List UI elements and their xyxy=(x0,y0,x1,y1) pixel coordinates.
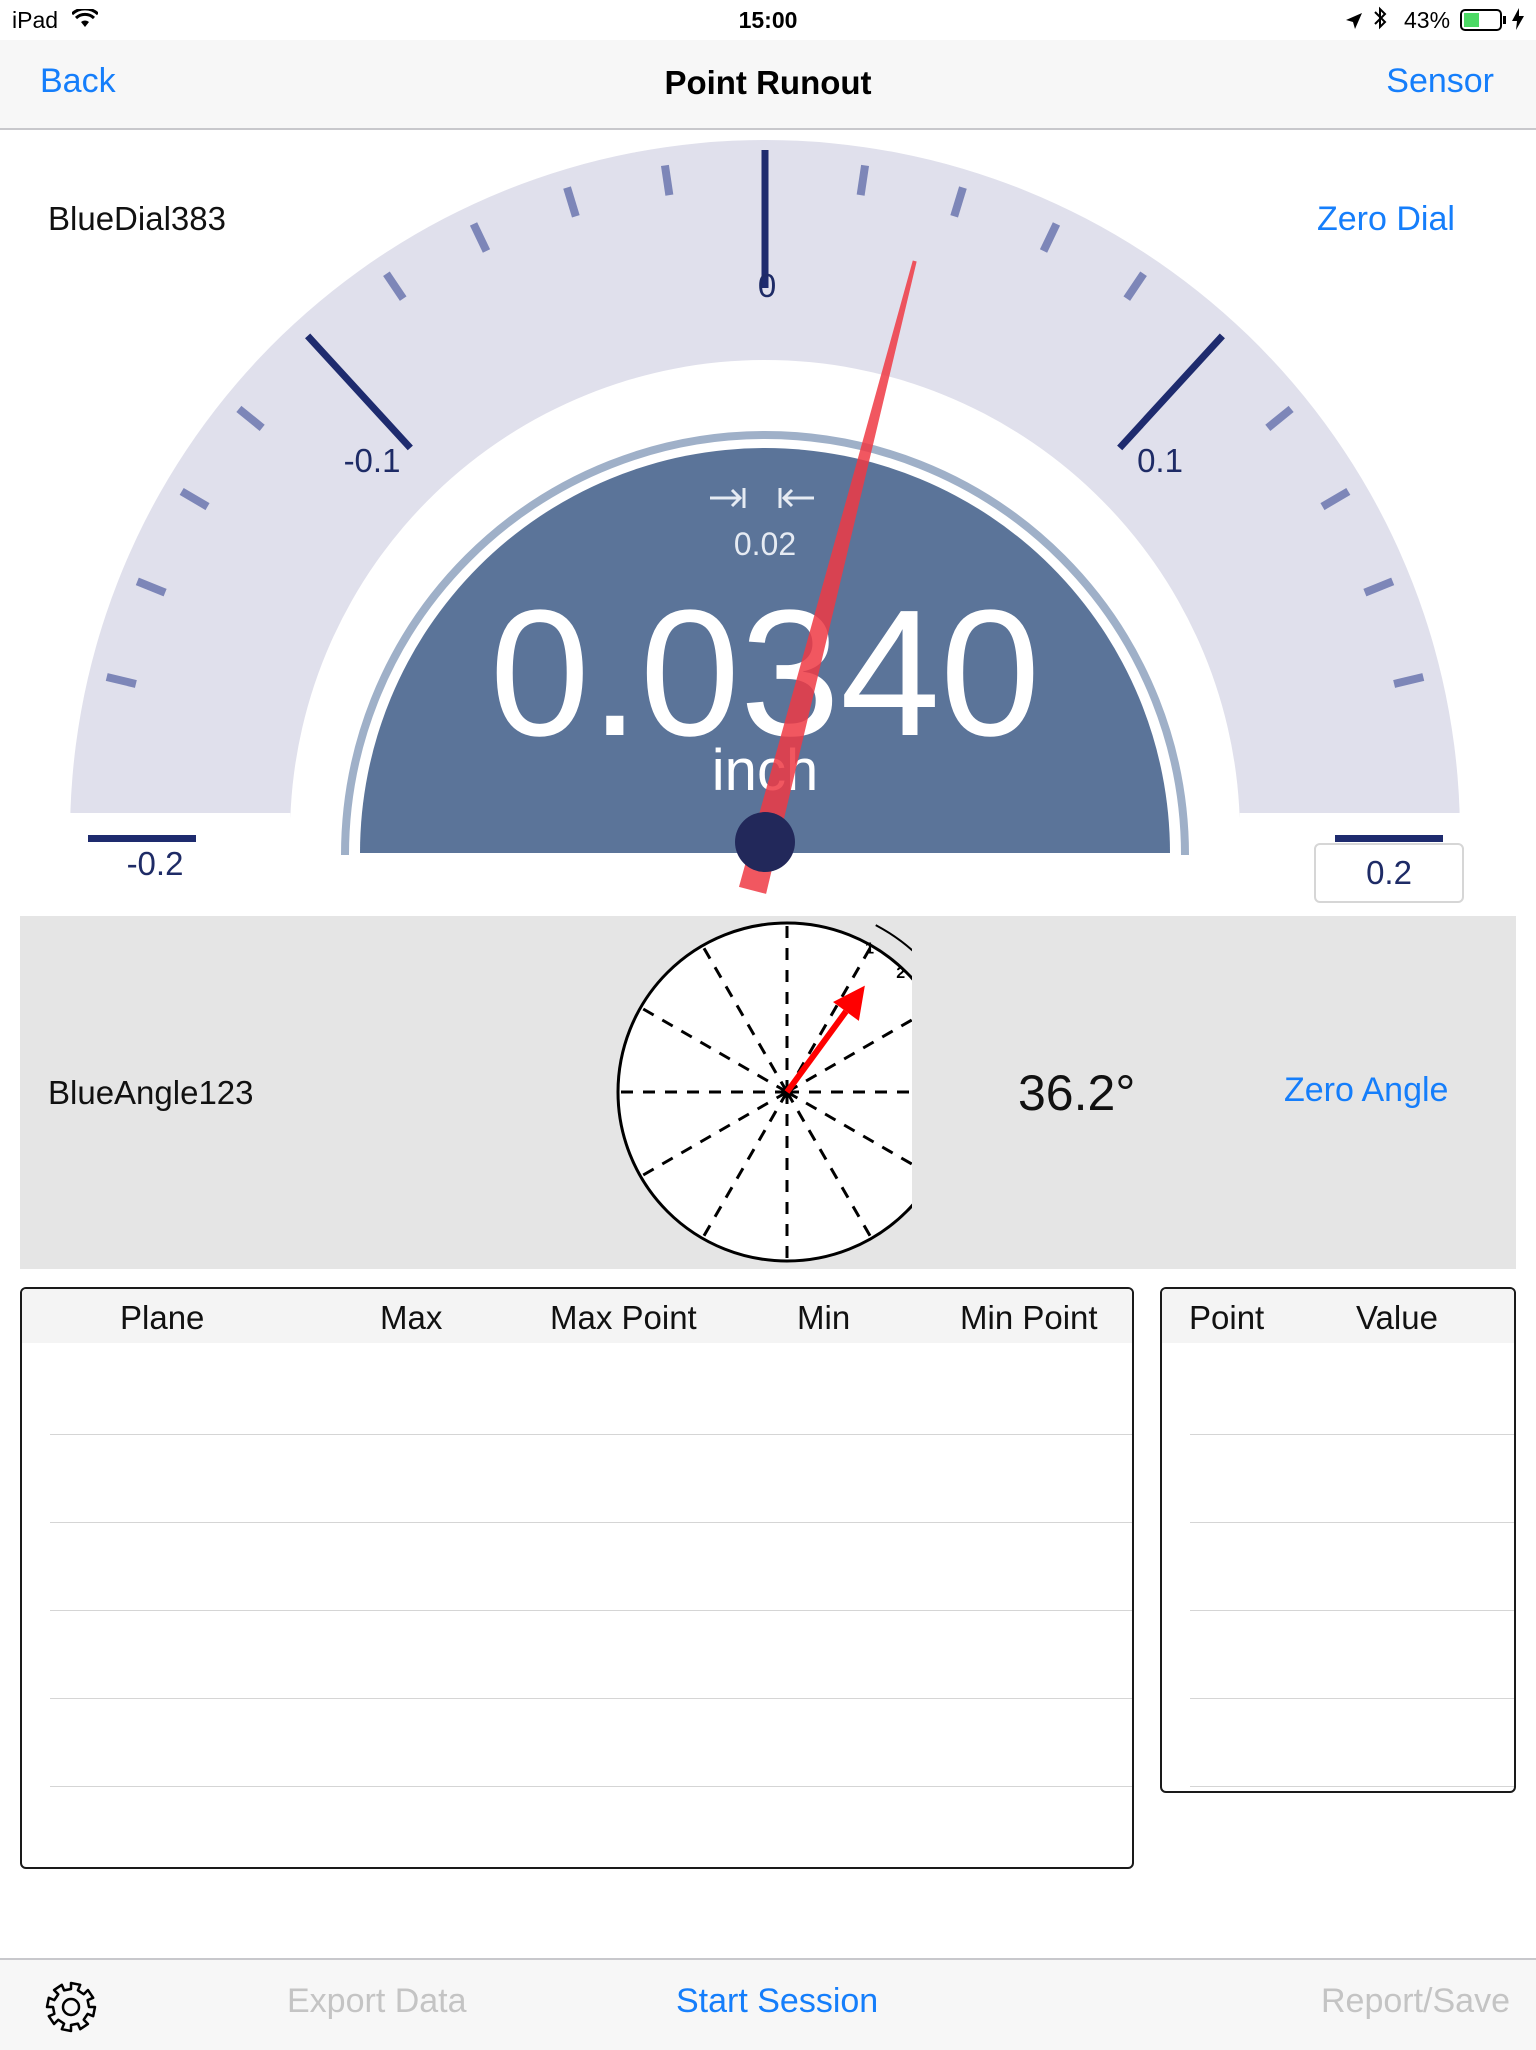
dial-section: -0.2 -0.1 0 0.1 0.02 0.0340 inch BlueDial383 … xyxy=(0,130,1536,915)
table-row-separator xyxy=(50,1522,1132,1523)
bluetooth-icon xyxy=(1372,6,1388,36)
col-max-point: Max Point xyxy=(550,1299,697,1336)
col-min: Min xyxy=(797,1299,851,1336)
gear-outline xyxy=(45,1981,97,2033)
table-row-separator xyxy=(1190,1786,1514,1787)
compass-marker-2: 2 xyxy=(896,965,905,982)
table-row-separator xyxy=(50,1434,1132,1435)
page-title: Point Runout xyxy=(664,64,872,101)
dial-label-zero: 0 xyxy=(758,267,776,304)
status-time: 15:00 xyxy=(738,7,798,33)
dial-gauge: -0.2-0.100.1 0.020.0340inch xyxy=(70,139,1460,894)
nav-bar: Point Runout Back Sensor xyxy=(0,40,1536,130)
table-row-separator xyxy=(1190,1522,1514,1523)
planes-table-header: Plane Max Max Point Min Min Point xyxy=(22,1289,1132,1343)
table-row-separator xyxy=(50,1786,1132,1787)
table-row-separator xyxy=(50,1698,1132,1699)
dial-max-bar xyxy=(1335,835,1443,842)
location-icon xyxy=(1345,9,1363,36)
col-value: Value xyxy=(1356,1299,1438,1336)
col-point: Point xyxy=(1189,1299,1265,1336)
export-data-button[interactable]: Export Data xyxy=(287,1982,467,2021)
angle-value: 36.2° xyxy=(1018,1065,1136,1121)
dial-minor-tick xyxy=(660,164,674,196)
battery-percent: 43% xyxy=(1404,7,1451,33)
col-plane: Plane xyxy=(120,1299,205,1336)
status-bar: iPad 15:00 43% xyxy=(0,0,1536,40)
report-save-button[interactable]: Report/Save xyxy=(1321,1982,1510,2021)
angle-section: BlueAngle123 12 36.2° Zero Angle xyxy=(20,916,1516,1269)
table-row-separator xyxy=(1190,1610,1514,1611)
gear-hole xyxy=(61,1997,81,2017)
col-min-point: Min Point xyxy=(960,1299,1098,1336)
gear-icon[interactable] xyxy=(44,1980,98,2039)
sensor-button[interactable]: Sensor xyxy=(1386,62,1494,101)
dial-max-label: 0.2 xyxy=(1314,843,1464,903)
table-row-separator xyxy=(1190,1698,1514,1699)
table-row-separator xyxy=(50,1610,1132,1611)
dial-minor-tick xyxy=(856,164,870,196)
dial-min-bar xyxy=(88,835,196,842)
zero-angle-button[interactable]: Zero Angle xyxy=(1284,1071,1448,1110)
dial-label-neg-mid: -0.1 xyxy=(344,442,401,479)
dial-resolution: 0.02 xyxy=(734,526,796,562)
zero-dial-button[interactable]: Zero Dial xyxy=(1317,200,1455,239)
dial-device-name: BlueDial383 xyxy=(48,200,226,237)
planes-table[interactable]: Plane Max Max Point Min Min Point xyxy=(20,1287,1134,1869)
dial-label-pos-mid: 0.1 xyxy=(1137,442,1183,479)
angle-device-name: BlueAngle123 xyxy=(48,1074,254,1111)
bottom-toolbar: Export Data Start Session Report/Save xyxy=(0,1958,1536,2050)
compass-marker-1: 1 xyxy=(865,941,874,958)
back-button[interactable]: Back xyxy=(40,62,116,101)
dial-label-min: -0.2 xyxy=(127,845,184,882)
battery-icon xyxy=(1460,9,1510,37)
col-max: Max xyxy=(380,1299,443,1336)
table-row-separator xyxy=(1190,1434,1514,1435)
angle-compass: 12 xyxy=(616,921,912,1263)
charging-icon xyxy=(1512,8,1524,36)
points-table-header: Point Value xyxy=(1162,1289,1514,1343)
points-table[interactable]: Point Value xyxy=(1160,1287,1516,1793)
start-session-button[interactable]: Start Session xyxy=(676,1982,878,2021)
dial-needle-hub xyxy=(735,812,795,872)
